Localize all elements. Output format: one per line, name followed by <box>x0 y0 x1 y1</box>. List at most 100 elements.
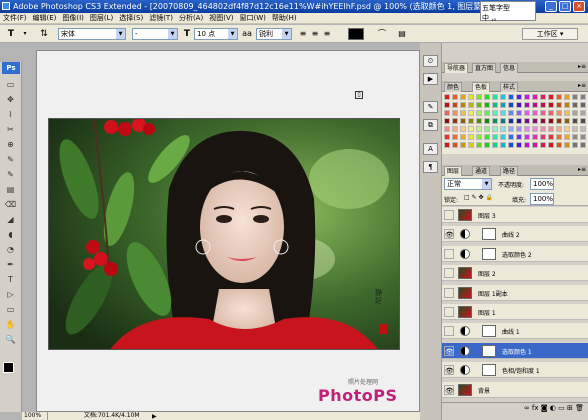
layer-style-icon[interactable]: fx <box>532 404 539 412</box>
maximize-button[interactable]: □ <box>559 1 571 12</box>
swatch[interactable] <box>516 110 522 116</box>
eye-icon[interactable] <box>444 287 454 298</box>
swatch[interactable] <box>556 118 562 124</box>
swatch[interactable] <box>500 142 506 148</box>
swatch[interactable] <box>500 134 506 140</box>
type-tool-icon[interactable]: T <box>4 28 18 40</box>
eraser-tool-icon[interactable]: ⌫ <box>3 200 18 209</box>
swatch[interactable] <box>548 102 554 108</box>
zoom-level[interactable]: 100% <box>22 412 48 420</box>
menu-item[interactable]: 编辑(E) <box>30 13 60 23</box>
panel-tab[interactable]: 样式 <box>500 82 519 92</box>
layer-row[interactable]: 图层 3 <box>442 207 588 223</box>
swatch[interactable] <box>524 110 530 116</box>
swatch[interactable] <box>476 110 482 116</box>
swatch[interactable] <box>556 110 562 116</box>
swatch[interactable] <box>452 118 458 124</box>
clone-panel-icon[interactable]: ⧉ <box>423 119 438 131</box>
swatch[interactable] <box>476 142 482 148</box>
swatch[interactable] <box>452 102 458 108</box>
lasso-tool-icon[interactable]: ⌇ <box>3 110 18 119</box>
swatch[interactable] <box>548 126 554 132</box>
swatch[interactable] <box>452 110 458 116</box>
swatch[interactable] <box>468 110 474 116</box>
swatch[interactable] <box>564 110 570 116</box>
close-button[interactable]: × <box>573 1 585 12</box>
pen-tool-icon[interactable]: ✒ <box>3 260 18 269</box>
menu-item[interactable]: 分析(A) <box>176 13 206 23</box>
swatch[interactable] <box>460 110 466 116</box>
swatch[interactable] <box>452 126 458 132</box>
swatch[interactable] <box>556 94 562 100</box>
swatch[interactable] <box>452 94 458 100</box>
swatch[interactable] <box>548 134 554 140</box>
swatch[interactable] <box>460 94 466 100</box>
ime-status-box[interactable]: 五笔字型 中 ,。 <box>480 1 536 22</box>
swatch[interactable] <box>492 110 498 116</box>
swatch[interactable] <box>580 126 586 132</box>
panel-tab[interactable]: 导航器 <box>444 63 469 73</box>
swatch[interactable] <box>564 142 570 148</box>
font-family-select[interactable]: 宋体 ▼ <box>58 28 126 40</box>
antialias-select[interactable]: 锐利 ▼ <box>256 28 292 40</box>
swatch[interactable] <box>492 142 498 148</box>
swatch[interactable] <box>500 118 506 124</box>
swatch[interactable] <box>540 102 546 108</box>
history-brush-icon[interactable]: ▤ <box>3 185 18 194</box>
swatch[interactable] <box>532 142 538 148</box>
swatch[interactable] <box>572 94 578 100</box>
swatch[interactable] <box>452 142 458 148</box>
eye-icon[interactable] <box>444 268 454 279</box>
swatch[interactable] <box>572 142 578 148</box>
swatch[interactable] <box>564 102 570 108</box>
hand-tool-icon[interactable]: ✋ <box>3 320 18 329</box>
foreground-color-swatch[interactable] <box>3 362 14 373</box>
layer-mask-thumb[interactable] <box>482 364 496 377</box>
panel-tab[interactable]: 图层 <box>444 166 463 176</box>
new-group-icon[interactable]: ▭ <box>558 404 565 412</box>
swatch[interactable] <box>524 118 530 124</box>
swatch[interactable] <box>460 142 466 148</box>
character-panel-icon[interactable]: ▤ <box>396 28 408 40</box>
swatch[interactable] <box>444 126 450 132</box>
fill-input[interactable]: 100% <box>530 193 554 205</box>
swatch[interactable] <box>500 102 506 108</box>
swatch[interactable] <box>476 126 482 132</box>
swatch[interactable] <box>508 94 514 100</box>
swatch[interactable] <box>564 118 570 124</box>
swatch[interactable] <box>492 102 498 108</box>
swatch[interactable] <box>508 142 514 148</box>
swatch[interactable] <box>516 102 522 108</box>
swatch[interactable] <box>572 126 578 132</box>
path-select-icon[interactable]: ▷ <box>3 290 18 299</box>
swatch[interactable] <box>556 142 562 148</box>
align-left-icon[interactable]: ≡ <box>298 28 308 40</box>
layer-thumb[interactable] <box>458 286 472 299</box>
layer-mask-thumb[interactable] <box>482 228 496 241</box>
swatch[interactable] <box>460 102 466 108</box>
panel-tab[interactable]: 路径 <box>500 166 519 176</box>
swatch[interactable] <box>484 110 490 116</box>
swatch[interactable] <box>460 134 466 140</box>
panel-menu-icon[interactable]: ▸≡ <box>578 82 586 89</box>
swatch[interactable] <box>444 142 450 148</box>
swatch[interactable] <box>540 118 546 124</box>
dodge-tool-icon[interactable]: ◔ <box>3 245 18 254</box>
swatch[interactable] <box>556 134 562 140</box>
layer-row[interactable]: 👁 选取颜色 1 <box>442 342 588 359</box>
status-menu-icon[interactable]: ▶ <box>152 413 157 420</box>
swatch[interactable] <box>508 118 514 124</box>
menu-item[interactable]: 图像(I) <box>59 13 87 23</box>
menu-item[interactable]: 选择(S) <box>116 13 146 23</box>
swatch[interactable] <box>468 134 474 140</box>
link-layers-icon[interactable]: ∞ <box>524 404 530 412</box>
trash-icon[interactable]: 🗑 <box>575 404 584 412</box>
eye-icon[interactable] <box>444 210 454 220</box>
swatch[interactable] <box>524 94 530 100</box>
blur-tool-icon[interactable]: ◖ <box>3 230 18 239</box>
swatches-grid[interactable] <box>442 92 588 154</box>
move-tool-icon[interactable]: ✥ <box>3 95 18 104</box>
menu-item[interactable]: 帮助(H) <box>269 13 300 23</box>
swatch[interactable] <box>508 110 514 116</box>
swatch[interactable] <box>492 126 498 132</box>
